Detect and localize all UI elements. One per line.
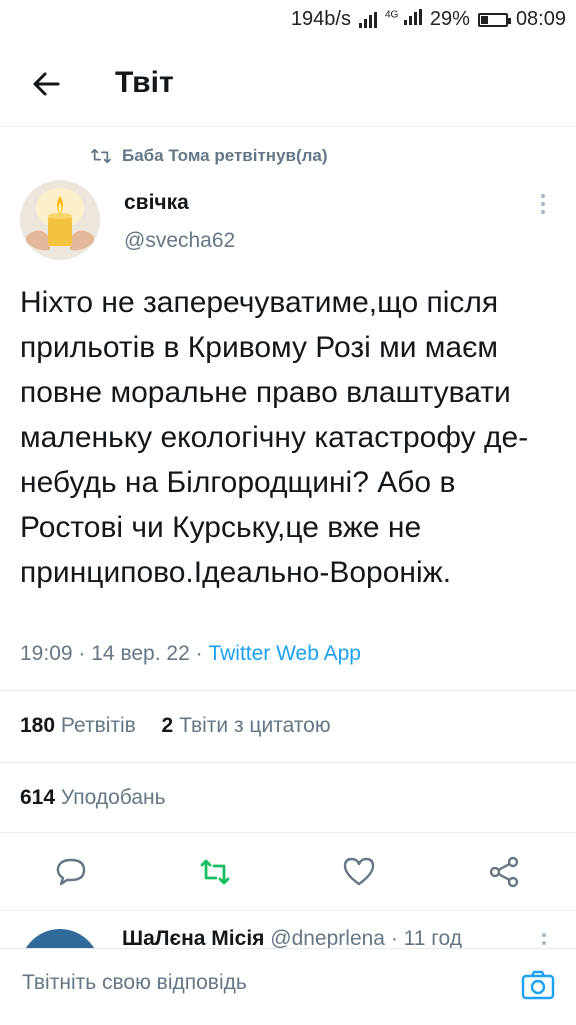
next-more-options-icon[interactable] <box>536 929 552 949</box>
retweets-stat[interactable]: 180 Ретвітів <box>20 714 142 737</box>
tweet-source-link[interactable]: Twitter Web App <box>208 642 361 665</box>
likes-label: Уподобань <box>60 786 166 809</box>
reply-bar: Твітніть свою відповідь <box>0 948 576 1025</box>
battery-icon <box>477 12 511 27</box>
next-author-handle: @dneprlena · 11 год <box>270 927 462 949</box>
retweets-count: 180 <box>20 714 56 737</box>
camera-icon[interactable] <box>520 967 556 1003</box>
top-app-bar: Твіт <box>0 50 576 127</box>
tweet-text: Ніхто не заперечуватиме,що після прильот… <box>20 286 529 589</box>
reply-icon[interactable] <box>53 854 89 890</box>
quotes-label: Твіти з цитатою <box>179 714 331 737</box>
retweeted-by-line: Баба Тома ретвітнув(ла) <box>90 146 328 166</box>
quotes-count: 2 <box>161 714 174 737</box>
battery-percent: 29% <box>429 8 470 30</box>
next-author-line: ШаЛєна Місія @dneprlena · 11 год <box>122 927 462 949</box>
page-title: Твіт <box>115 66 174 99</box>
divider <box>0 832 576 833</box>
like-heart-icon[interactable] <box>341 854 377 890</box>
likes-count: 614 <box>20 786 56 809</box>
tweet-meta: 19:09 · 14 вер. 22 · Twitter Web App <box>20 642 361 666</box>
author-avatar[interactable] <box>20 180 100 260</box>
reply-input[interactable]: Твітніть свою відповідь <box>22 971 247 995</box>
author-name[interactable]: свічка <box>124 191 189 215</box>
meta-separator: · <box>195 642 203 665</box>
tweet-time: 19:09 <box>20 642 73 665</box>
retweeted-by-text[interactable]: Баба Тома ретвітнув(ла) <box>122 146 328 166</box>
author-handle[interactable]: @svecha62 <box>124 229 235 253</box>
cell-signal-icon: 4G <box>385 8 422 31</box>
tweet-date: 14 вер. 22 <box>91 642 190 665</box>
next-author-name[interactable]: ШаЛєна Місія <box>122 927 264 949</box>
net-speed: 194b/s <box>290 8 351 30</box>
quotes-stat[interactable]: 2 Твіти з цитатою <box>162 714 331 737</box>
meta-separator: · <box>78 642 86 665</box>
clock: 08:09 <box>515 8 566 30</box>
back-arrow-icon[interactable] <box>30 68 62 100</box>
likes-stat[interactable]: 614 Уподобань <box>20 786 166 810</box>
network-type: 4G <box>385 9 399 21</box>
share-icon[interactable] <box>486 854 522 890</box>
retweet-icon <box>91 148 111 164</box>
next-tweet-preview[interactable]: ШаЛєна Місія @dneprlena · 11 год <box>0 910 576 949</box>
retweets-label: Ретвітів <box>60 714 136 737</box>
tweet-actions <box>0 848 576 898</box>
status-bar: 194b/s 4G 29% 08:09 <box>0 0 576 40</box>
wifi-signal-icon <box>359 11 377 28</box>
retweet-button-icon[interactable] <box>197 854 233 890</box>
retweet-stats: 180 Ретвітів 2 Твіти з цитатою <box>20 714 331 738</box>
next-author-avatar[interactable] <box>20 929 100 949</box>
more-options-icon[interactable] <box>535 190 551 218</box>
divider <box>0 762 576 763</box>
candle-avatar-image <box>20 180 100 260</box>
divider <box>0 690 576 691</box>
